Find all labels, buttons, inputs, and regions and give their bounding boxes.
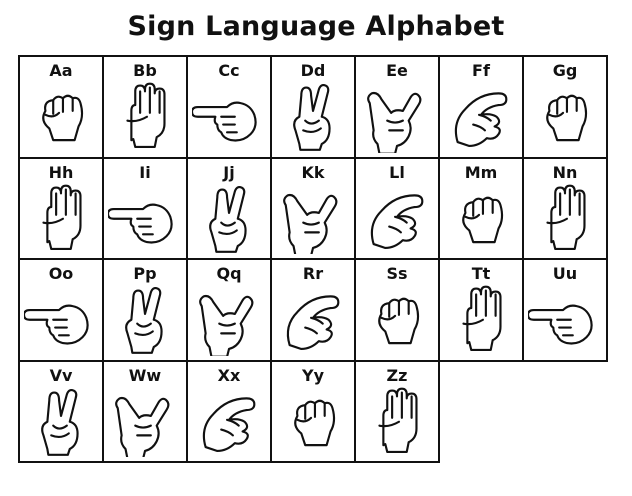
letter-cell: Uu — [522, 258, 608, 362]
letter-label: Yy — [301, 365, 324, 385]
g-pointing-down-icon — [192, 284, 266, 356]
two-fingers-up-thumb-between-icon — [276, 183, 350, 254]
letter-label: Ii — [139, 162, 151, 182]
v-peace-hand-icon — [24, 386, 98, 458]
letter-cell: Vv — [18, 359, 104, 463]
letter-cell: Ss — [354, 258, 440, 362]
letter-cell: Xx — [186, 359, 272, 463]
letter-label: Nn — [552, 162, 578, 182]
letter-cell: Mm — [438, 156, 524, 260]
letter-cell: Ww — [102, 359, 188, 463]
letter-cell: Ff — [438, 55, 524, 159]
letter-label: Uu — [552, 264, 578, 283]
letter-cell: Oo — [18, 258, 104, 362]
letter-label: Mm — [464, 162, 498, 182]
letter-label: Dd — [300, 61, 326, 80]
letter-label: Zz — [386, 365, 408, 385]
letter-label: Tt — [471, 264, 491, 283]
ok-three-fingers-icon — [444, 81, 518, 153]
letter-cell: Bb — [102, 55, 188, 159]
letter-cell: Zz — [354, 359, 440, 463]
letter-cell: Jj — [186, 156, 272, 260]
two-fingers-side-icon — [24, 183, 98, 255]
letter-cell: Yy — [270, 359, 356, 463]
letter-cell: Ll — [354, 156, 440, 260]
page-title: Sign Language Alphabet — [127, 11, 505, 42]
letter-label: Ff — [472, 61, 490, 80]
letter-label: Kk — [301, 162, 325, 182]
letter-cell: Ii — [102, 156, 188, 260]
thumb-pinky-out-icon — [276, 386, 350, 458]
index-pointing-side-icon — [528, 81, 602, 153]
l-shape-hand-icon — [360, 183, 434, 255]
letter-label: Gg — [552, 61, 578, 80]
thumb-under-two-icon — [528, 183, 602, 255]
letter-label: Jj — [223, 162, 235, 182]
letter-label: Xx — [217, 365, 241, 385]
letter-cell: Kk — [270, 156, 356, 260]
letter-label: Oo — [48, 264, 74, 283]
pinky-j-motion-icon — [192, 183, 266, 255]
letter-cell: Nn — [522, 156, 608, 260]
letter-cell: Pp — [102, 258, 188, 362]
letter-cell: Gg — [522, 55, 608, 159]
curled-fingers-icon — [360, 81, 434, 153]
letter-label: Rr — [302, 264, 324, 283]
crossed-fingers-icon — [276, 284, 350, 356]
letter-label: Aa — [49, 61, 73, 80]
letter-cell: Cc — [186, 55, 272, 159]
alphabet-grid: Aa Bb Cc Dd Ee Ff Gg Hh Ii Jj Kk Ll Mm Nn Oo Pp Qq Rr Ss Tt… — [18, 55, 611, 463]
letter-cell: Ee — [354, 55, 440, 159]
index-up-circle-icon — [276, 81, 350, 153]
curved-c-hand-icon — [192, 81, 266, 153]
thumb-under-three-icon — [444, 183, 518, 255]
letter-label: Bb — [133, 61, 157, 80]
letter-cell: Aa — [18, 55, 104, 159]
k-pointing-down-icon — [108, 284, 182, 356]
letter-cell: Tt — [438, 258, 524, 362]
letter-label: Qq — [216, 264, 242, 283]
letter-label: Vv — [49, 365, 73, 385]
letter-cell: Qq — [186, 258, 272, 362]
letter-label: Hh — [48, 162, 74, 182]
letter-cell: Rr — [270, 258, 356, 362]
flat-hand-thumb-across-icon — [108, 81, 182, 153]
o-shape-hand-icon — [24, 284, 98, 356]
three-fingers-up-icon — [108, 386, 182, 457]
fist-thumb-front-icon — [360, 284, 434, 356]
letter-label: Pp — [133, 264, 157, 283]
letter-label: Ww — [128, 365, 162, 385]
letter-label: Cc — [218, 61, 240, 80]
letter-label: Ee — [386, 61, 408, 80]
hooked-index-icon — [192, 386, 266, 458]
index-z-motion-icon — [360, 386, 434, 458]
pinky-up-icon — [108, 183, 182, 255]
letter-cell: Dd — [270, 55, 356, 159]
letter-label: Ll — [389, 162, 405, 182]
letter-cell: Hh — [18, 156, 104, 260]
letter-label: Ss — [386, 264, 408, 283]
fist-thumb-side-icon — [24, 81, 98, 153]
two-fingers-together-up-icon — [528, 284, 602, 356]
thumb-between-fingers-icon — [444, 284, 518, 356]
